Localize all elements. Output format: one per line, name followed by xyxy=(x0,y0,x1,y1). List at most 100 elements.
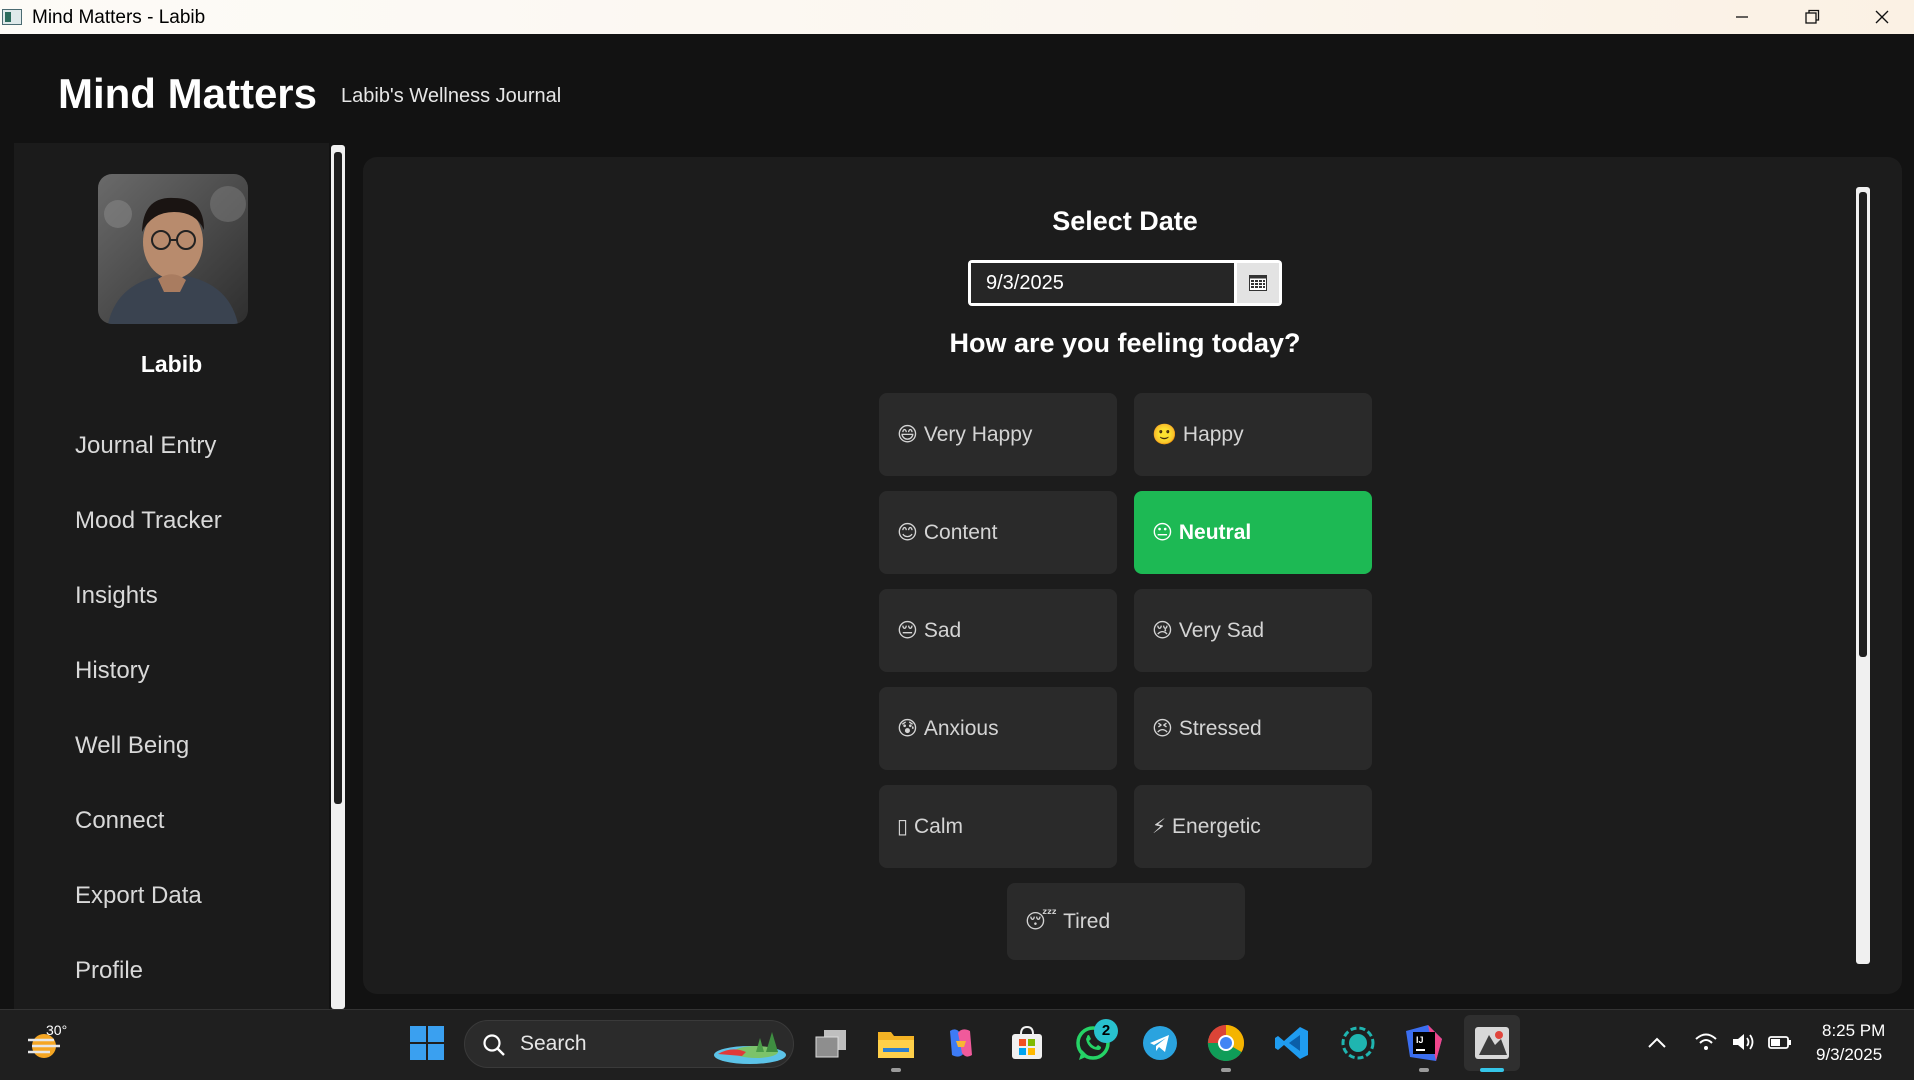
very-happy-emoji-icon: 😄 xyxy=(897,423,918,446)
mood-label: Very Happy xyxy=(923,422,1033,446)
microsoft-store-button[interactable] xyxy=(1004,1020,1050,1066)
window-titlebar: Mind Matters - Labib xyxy=(0,0,1914,34)
wifi-icon[interactable] xyxy=(1694,1032,1718,1052)
windows-logo-icon xyxy=(410,1026,444,1060)
date-input[interactable] xyxy=(971,263,1234,303)
select-date-heading: Select Date xyxy=(1052,206,1198,236)
sad-emoji-icon: 😔 xyxy=(897,619,918,642)
neutral-emoji-icon: 😐 xyxy=(1152,521,1173,544)
search-label: Search xyxy=(520,1032,587,1055)
intellij-icon: IJ xyxy=(1406,1025,1442,1061)
mood-calm-button[interactable]: ▯ Calm xyxy=(879,785,1117,868)
mood-label: Very Sad xyxy=(1178,618,1265,642)
restore-icon xyxy=(1805,9,1820,24)
anxious-emoji-icon: 😰 xyxy=(897,717,918,740)
clock-time[interactable]: 8:25 PM xyxy=(1822,1021,1885,1041)
mood-content-button[interactable]: 😊 Content xyxy=(879,491,1117,574)
mood-label: Stressed xyxy=(1178,716,1262,740)
mood-question: How are you feeling today? xyxy=(949,328,1301,358)
app-title: Mind Matters xyxy=(58,70,318,117)
energetic-emoji-icon: ⚡ xyxy=(1152,815,1167,838)
intellij-button[interactable]: IJ xyxy=(1401,1020,1447,1066)
mood-label: Neutral xyxy=(1178,520,1252,544)
task-view-button[interactable] xyxy=(808,1020,854,1066)
chrome-icon xyxy=(1207,1025,1245,1062)
tired-emoji-icon: 😴 xyxy=(1025,910,1058,933)
file-explorer-button[interactable] xyxy=(873,1020,919,1066)
running-indicator xyxy=(891,1068,901,1072)
search-icon xyxy=(483,1034,505,1056)
calendar-button[interactable] xyxy=(1237,263,1279,303)
copilot-icon xyxy=(950,1029,972,1057)
window-title: Mind Matters - Labib xyxy=(32,7,206,28)
chevron-up-icon[interactable] xyxy=(1647,1036,1667,1050)
telegram-icon xyxy=(1143,1026,1177,1060)
mood-label: Energetic xyxy=(1172,814,1261,838)
mood-stressed-button[interactable]: 😣 Stressed xyxy=(1134,687,1372,770)
store-icon xyxy=(1012,1026,1042,1059)
task-view-icon xyxy=(815,1030,846,1058)
sidebar-item-insights[interactable]: Insights xyxy=(75,582,158,610)
svg-text:IJ: IJ xyxy=(1416,1035,1424,1045)
chrome-button[interactable] xyxy=(1203,1020,1249,1066)
date-picker xyxy=(968,260,1282,306)
content-emoji-icon: 😊 xyxy=(897,521,918,544)
java-app-button[interactable] xyxy=(1464,1015,1520,1071)
minimize-icon xyxy=(1736,16,1748,18)
mood-sad-button[interactable]: 😔 Sad xyxy=(879,589,1117,672)
mood-label: Calm xyxy=(914,814,964,838)
mood-label: Sad xyxy=(923,618,962,642)
sidebar-item-export-data[interactable]: Export Data xyxy=(75,882,202,910)
sidebar-item-mood-tracker[interactable]: Mood Tracker xyxy=(75,507,222,535)
sidebar-scroll-thumb[interactable] xyxy=(334,152,342,804)
sidebar-item-journal-entry[interactable]: Journal Entry xyxy=(75,432,216,460)
vscode-icon xyxy=(1275,1027,1308,1059)
mood-happy-button[interactable]: 🙂 Happy xyxy=(1134,393,1372,476)
very-sad-emoji-icon: 😢 xyxy=(1152,619,1173,642)
sidebar-item-well-being[interactable]: Well Being xyxy=(75,732,189,760)
mood-tired-button[interactable]: 😴 Tired xyxy=(1007,883,1245,960)
sidebar-item-profile[interactable]: Profile xyxy=(75,957,143,985)
running-indicator xyxy=(1419,1068,1429,1072)
mood-label: Anxious xyxy=(923,716,999,740)
running-indicator xyxy=(1221,1068,1231,1072)
telegram-button[interactable] xyxy=(1137,1020,1183,1066)
app-icon xyxy=(2,9,22,25)
copilot-button[interactable] xyxy=(938,1020,984,1066)
recorder-icon xyxy=(1341,1026,1375,1060)
vscode-button[interactable] xyxy=(1269,1020,1315,1066)
username: Labib xyxy=(140,351,203,377)
avatar xyxy=(98,174,248,324)
mood-anxious-button[interactable]: 😰 Anxious xyxy=(879,687,1117,770)
sidebar: Labib Journal Entry Mood Tracker Insight… xyxy=(14,143,329,1009)
close-icon xyxy=(1875,10,1889,24)
mood-very-happy-button[interactable]: 😄 Very Happy xyxy=(879,393,1117,476)
mood-label: Tired xyxy=(1063,909,1111,933)
java-app-icon xyxy=(1475,1027,1509,1059)
calm-emoji-icon: ▯ xyxy=(897,815,909,838)
sidebar-item-connect[interactable]: Connect xyxy=(75,807,164,835)
search-highlight-icon xyxy=(714,1032,786,1064)
battery-icon[interactable] xyxy=(1767,1032,1793,1052)
restore-button[interactable] xyxy=(1777,0,1847,34)
mood-energetic-button[interactable]: ⚡ Energetic xyxy=(1134,785,1372,868)
screen-recorder-button[interactable] xyxy=(1335,1020,1381,1066)
folder-icon xyxy=(878,1032,914,1058)
minimize-button[interactable] xyxy=(1707,0,1777,34)
calendar-icon xyxy=(1249,275,1267,291)
close-button[interactable] xyxy=(1847,0,1914,34)
sidebar-item-history[interactable]: History xyxy=(75,657,150,685)
app-subtitle: Labib's Wellness Journal xyxy=(341,85,562,107)
active-indicator xyxy=(1480,1068,1504,1072)
mood-neutral-button[interactable]: 😐 Neutral xyxy=(1134,491,1372,574)
mood-label: Happy xyxy=(1182,422,1244,446)
start-button[interactable] xyxy=(404,1020,450,1066)
happy-emoji-icon: 🙂 xyxy=(1152,423,1177,446)
main-scroll-thumb[interactable] xyxy=(1859,192,1867,657)
mood-very-sad-button[interactable]: 😢 Very Sad xyxy=(1134,589,1372,672)
stressed-emoji-icon: 😣 xyxy=(1152,717,1173,740)
mood-label: Content xyxy=(923,520,998,544)
weather-temperature: 30° xyxy=(46,1022,68,1038)
volume-icon[interactable] xyxy=(1731,1032,1757,1052)
clock-date[interactable]: 9/3/2025 xyxy=(1816,1045,1882,1065)
